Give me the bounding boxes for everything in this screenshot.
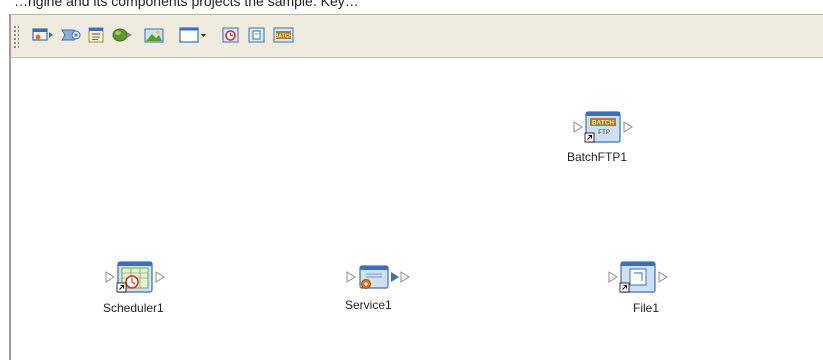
batchftp-label: BatchFTP1	[567, 150, 628, 164]
add-form-button[interactable]	[87, 26, 107, 44]
canvas-node-scheduler[interactable]	[105, 258, 175, 298]
toolbar-grip-handle[interactable]	[13, 25, 19, 49]
add-connector-icon	[112, 28, 132, 42]
partial-caption: …ngine and its components projects the s…	[14, 0, 359, 9]
add-scheduler-button[interactable]	[221, 26, 241, 44]
add-input-button[interactable]	[32, 26, 53, 44]
file-node-icon	[608, 261, 668, 293]
add-file-icon	[248, 27, 265, 43]
editor-window: BATCH BATCH FTP BatchFTP1 Scheduler1 Ser…	[9, 14, 823, 361]
add-image-icon	[144, 28, 164, 43]
scheduler-node-icon	[105, 261, 165, 293]
add-scheduler-icon	[222, 27, 239, 43]
service-label: Service1	[345, 298, 392, 312]
canvas-node-service[interactable]	[346, 258, 416, 298]
add-window-dropdown-button[interactable]	[179, 26, 209, 44]
batch-icon-text: BATCH	[275, 33, 293, 39]
add-file-button[interactable]	[247, 26, 267, 44]
service-node-icon	[346, 265, 410, 289]
scheduler-label: Scheduler1	[103, 301, 164, 315]
toolbar: BATCH	[11, 15, 823, 58]
add-image-button[interactable]	[144, 26, 164, 44]
batchftp-badge-bottom: FTP	[598, 129, 610, 136]
canvas-node-file[interactable]	[608, 258, 678, 298]
add-form-icon	[88, 27, 104, 43]
add-batch-icon: BATCH	[273, 27, 294, 43]
add-service-icon	[61, 29, 81, 41]
add-service-button[interactable]	[61, 26, 81, 44]
partial-header-text-strip: …ngine and its components projects the s…	[0, 0, 823, 14]
add-connector-button[interactable]	[111, 26, 132, 44]
add-batch-button[interactable]: BATCH	[273, 26, 294, 44]
canvas-node-batchftp[interactable]: BATCH FTP	[573, 108, 643, 148]
add-window-dropdown-icon	[179, 27, 206, 43]
add-input-icon	[32, 28, 53, 41]
batchftp-node-icon: BATCH FTP	[573, 111, 633, 143]
file-label: File1	[633, 301, 660, 315]
batchftp-badge-top: BATCH	[592, 120, 615, 127]
design-canvas[interactable]: BATCH FTP BatchFTP1 Scheduler1 Service1 …	[11, 58, 823, 361]
